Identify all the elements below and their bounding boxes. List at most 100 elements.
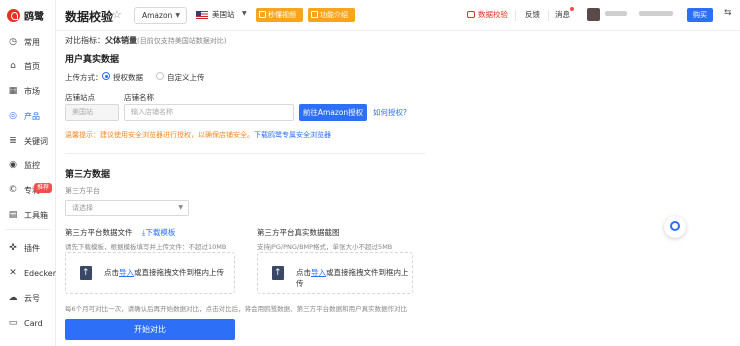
third-party-heading: 第三方数据	[65, 170, 111, 180]
upload-suffix: 或直接拖拽文件到框内上传	[134, 268, 224, 277]
radio-auth[interactable]	[102, 72, 110, 80]
amazon-auth-button[interactable]: 前往Amazon授权	[299, 104, 367, 121]
start-compare-button[interactable]: 开始对比	[65, 319, 235, 340]
video-icon	[259, 11, 266, 18]
security-tip: 温馨提示：建议使用安全浏览器进行授权，以确保店铺安全。下载鸥鹭专属安全浏览器	[65, 130, 331, 140]
product-icon: ◎	[9, 111, 17, 121]
header-divider	[515, 10, 516, 21]
platform-select-value: Amazon	[142, 11, 173, 20]
market-icon: ▦	[8, 86, 18, 96]
sidebar-item-label: 产品	[24, 111, 40, 121]
main-content: 对比指标：父体销量(目前仅支持美国站数据对比) 用户真实数据 上传方式： 授权数…	[56, 31, 740, 346]
clock-icon: ◷	[9, 37, 17, 47]
messages-link[interactable]: 消息	[555, 9, 570, 20]
upload-icon	[80, 266, 92, 280]
buy-button[interactable]: 购买	[687, 8, 713, 22]
sidebar-item-common[interactable]: ◷ 常用	[0, 33, 56, 51]
upload-dropzone-screenshot[interactable]: 点击导入或直接拖拽文件到框内上传	[257, 252, 413, 294]
upload-prefix: 点击	[296, 268, 311, 277]
store-name-input[interactable]: 输入店铺名称	[124, 104, 294, 121]
logo-icon	[7, 9, 20, 22]
footer-note: 每6个月可对比一次，请确认后再开始数据对比，点击对比后，将会用鸥鹭数据、第三方平…	[65, 305, 408, 313]
plugin-icon: ✜	[9, 243, 17, 253]
header-divider	[548, 10, 549, 21]
user-info-redacted	[605, 11, 627, 16]
sidebar-item-patent[interactable]: © 专利 推荐	[0, 181, 56, 199]
sidebar-item-monitor[interactable]: ◉ 监控	[0, 156, 56, 174]
video-tag-label: 秒懂视频	[268, 11, 296, 19]
keyword-icon: ≣	[9, 136, 17, 146]
toolbox-icon: ▤	[8, 210, 18, 220]
info-icon	[311, 11, 318, 18]
download-template-link[interactable]: ⤓下载模板	[142, 227, 175, 238]
upload-text: 点击导入或直接拖拽文件到框内上传	[296, 267, 412, 289]
chat-icon	[467, 11, 475, 18]
upload-left-title: 第三方平台数据文件	[65, 228, 133, 237]
chevron-down-icon: ▼	[175, 12, 180, 19]
sidebar-item-cloud[interactable]: ☁ 云号	[0, 289, 56, 307]
sidebar-item-card[interactable]: ▭ Card	[0, 314, 56, 332]
sidebar-item-toolbox[interactable]: ▤ 工具箱	[0, 206, 56, 224]
sidebar-item-market[interactable]: ▦ 市场	[0, 82, 56, 100]
sidebar-item-home[interactable]: ⌂ 首页	[0, 57, 56, 75]
download-browser-link[interactable]: 下载鸥鹭专属安全浏览器	[254, 131, 331, 139]
intro-tag-button[interactable]: 功能介绍	[308, 8, 355, 22]
user-info-redacted	[639, 11, 673, 16]
upload-text: 点击导入或直接拖拽文件到框内上传	[104, 267, 224, 278]
sidebar-item-label: 关键词	[24, 136, 48, 146]
sidebar-item-label: 工具箱	[24, 210, 48, 220]
metric-value: 父体销量	[105, 36, 137, 45]
video-tag-button[interactable]: 秒懂视频	[256, 8, 303, 22]
monitor-icon: ◉	[9, 160, 17, 170]
favorite-star-icon[interactable]: ☆	[112, 8, 122, 21]
brand-logo[interactable]: 鸥鹭	[7, 8, 44, 23]
data-check-label: 数据校验	[478, 10, 508, 19]
cloud-icon: ☁	[8, 293, 18, 303]
patent-icon: ©	[8, 185, 18, 195]
data-check-link[interactable]: 数据校验	[467, 9, 508, 20]
upload-mode-label: 上传方式：	[65, 73, 103, 82]
how-auth-link[interactable]: 如何授权?	[373, 107, 407, 118]
sidebar: 鸥鹭 ◷ 常用 ⌂ 首页 ▦ 市场 ◎ 产品 ≣ 关键词 ◉ 监控 © 专利 推…	[0, 0, 56, 346]
compare-metric: 对比指标：父体销量(目前仅支持美国站数据对比)	[65, 35, 226, 46]
upload-prefix: 点击	[104, 268, 119, 277]
section-divider	[65, 153, 425, 154]
us-flag-icon	[196, 11, 208, 19]
page-title: 数据校验	[65, 10, 114, 24]
radio-custom-label[interactable]: 自定义上传	[167, 72, 205, 83]
upload-right-title: 第三方平台真实数据截图	[257, 228, 340, 237]
site-select[interactable]: 美国站	[212, 9, 235, 20]
upload-right-hint: 支持JPG/PNG/BMP格式，单张大小不超过5MB	[257, 243, 393, 251]
third-platform-placeholder: 请选择	[72, 204, 93, 212]
sidebar-item-plugin[interactable]: ✜ 插件	[0, 239, 56, 257]
sidebar-item-label: Card	[24, 318, 43, 328]
import-link[interactable]: 导入	[311, 268, 326, 277]
third-platform-select[interactable]: 请选择 ▼	[65, 200, 189, 216]
edecker-icon: ✕	[9, 268, 17, 278]
sidebar-item-edecker[interactable]: ✕ Edecker	[0, 264, 56, 282]
import-link[interactable]: 导入	[119, 268, 134, 277]
unread-dot	[570, 7, 574, 11]
radio-custom[interactable]	[156, 72, 164, 80]
sidebar-item-label: 常用	[24, 37, 40, 47]
exit-icon[interactable]: ⇆	[724, 8, 732, 18]
customer-service-icon[interactable]	[664, 216, 686, 238]
sidebar-item-label: 市场	[24, 86, 40, 96]
feedback-link[interactable]: 反馈	[525, 9, 540, 20]
platform-select[interactable]: Amazon ▼	[134, 7, 187, 24]
intro-tag-label: 功能介绍	[320, 11, 348, 19]
sidebar-item-product[interactable]: ◎ 产品	[0, 107, 56, 125]
chevron-down-icon[interactable]: ▼	[242, 10, 247, 17]
sidebar-item-keyword[interactable]: ≣ 关键词	[0, 132, 56, 150]
avatar[interactable]	[587, 8, 600, 21]
recommend-badge: 推荐	[34, 183, 53, 193]
metric-prefix: 对比指标：	[65, 36, 105, 45]
sidebar-item-label: 首页	[24, 61, 40, 71]
radio-auth-label[interactable]: 授权数据	[113, 72, 143, 83]
sidebar-item-label: Edecker	[24, 268, 57, 278]
security-tip-text: 温馨提示：建议使用安全浏览器进行授权，以确保店铺安全。	[65, 131, 254, 139]
third-platform-label: 第三方平台	[65, 187, 100, 195]
upload-dropzone-file[interactable]: 点击导入或直接拖拽文件到框内上传	[65, 252, 235, 294]
store-name-label: 店铺名称	[124, 93, 154, 102]
store-site-field: 美国站	[65, 104, 119, 121]
